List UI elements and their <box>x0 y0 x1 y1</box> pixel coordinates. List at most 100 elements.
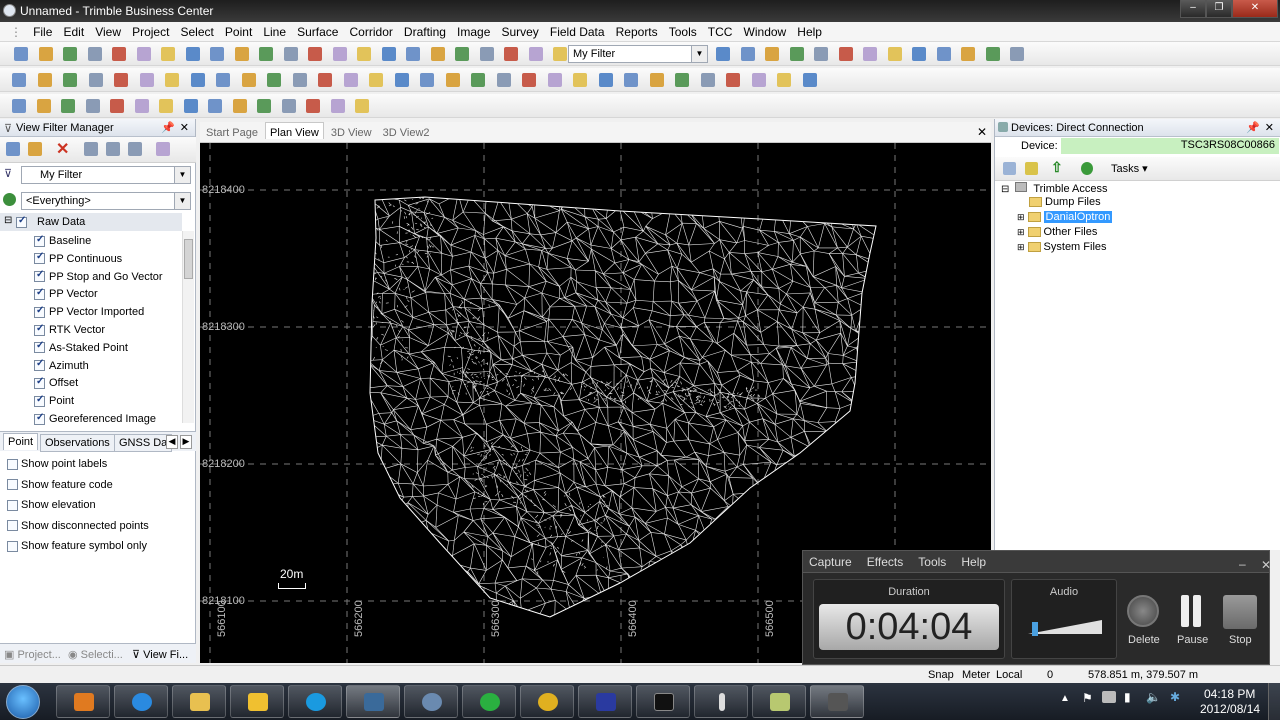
option-checkbox[interactable] <box>7 499 18 511</box>
bluetooth-icon[interactable]: ✱ <box>1170 690 1180 704</box>
close-icon[interactable]: ✕ <box>977 125 987 139</box>
tab-plan-view[interactable]: Plan View <box>265 122 324 139</box>
toolbar-tool-icon[interactable] <box>497 73 511 87</box>
network-icon[interactable]: ▮ <box>1124 690 1131 704</box>
taskbar-app[interactable] <box>404 685 458 718</box>
collapse-icon[interactable]: ⊟ <box>4 215 12 226</box>
toolbar-tool-icon[interactable] <box>114 73 128 87</box>
stop-button-label[interactable]: Stop <box>1229 634 1252 646</box>
tree-item[interactable]: Georeferenced Image <box>34 412 156 431</box>
toolbar-tool-icon[interactable] <box>888 47 902 61</box>
toolbar-tool-icon[interactable] <box>726 73 740 87</box>
minimize-icon[interactable]: – <box>1233 553 1252 571</box>
chevron-down-icon[interactable]: ▼ <box>174 167 190 183</box>
tab-project[interactable]: ▣ Project... <box>4 648 61 661</box>
tab-view-filter[interactable]: ⊽ View Fi... <box>132 648 188 661</box>
tree-item-checkbox[interactable] <box>34 323 45 336</box>
tree-item[interactable]: Offset <box>34 376 78 395</box>
option-checkbox[interactable] <box>7 458 18 470</box>
toolbar-tool-icon[interactable] <box>480 47 494 61</box>
toolbar-tool-icon[interactable] <box>135 99 149 113</box>
tray-expand-icon[interactable]: ▲ <box>1060 693 1070 704</box>
toolbar-tool-icon[interactable] <box>599 73 613 87</box>
toolbar-tool-icon[interactable] <box>137 47 151 61</box>
option-row[interactable]: Show point labels <box>7 458 107 470</box>
menu-survey[interactable]: Survey <box>497 22 542 39</box>
toolbar-tool-icon[interactable] <box>159 99 173 113</box>
volume-icon[interactable]: 🔈 <box>1146 690 1161 704</box>
menu-corridor[interactable]: Corridor <box>346 22 397 39</box>
toolbar-tool-icon[interactable] <box>752 73 766 87</box>
toolbar-tool-icon[interactable] <box>208 99 222 113</box>
toolbar-tool-icon[interactable] <box>912 47 926 61</box>
group-checkbox[interactable] <box>16 215 27 228</box>
capture-menu-help[interactable]: Help <box>955 551 992 569</box>
toolbar-tool-icon[interactable] <box>210 47 224 61</box>
toolbar-tool-icon[interactable] <box>548 73 562 87</box>
close-button[interactable]: ✕ <box>1232 0 1278 18</box>
menu-edit[interactable]: Edit <box>59 22 88 39</box>
tree-item-checkbox[interactable] <box>34 358 45 372</box>
tree-group-raw-data[interactable]: ⊟ Raw Data <box>0 213 182 231</box>
menu-help[interactable]: Help <box>793 22 826 39</box>
device-tree-item[interactable]: ⊞ DanialOptron <box>1017 211 1113 223</box>
menu-drafting[interactable]: Drafting <box>400 22 450 39</box>
toolbar-tool-icon[interactable] <box>573 73 587 87</box>
toolbar-tool-icon[interactable] <box>839 47 853 61</box>
close-icon[interactable]: ✕ <box>1255 554 1277 572</box>
toolbar-tool-icon[interactable] <box>382 47 396 61</box>
toolbar-tool-icon[interactable] <box>333 47 347 61</box>
toolbar-tool-icon[interactable] <box>777 73 791 87</box>
toolbar-tool-icon[interactable] <box>624 73 638 87</box>
folder-up-icon[interactable] <box>1025 162 1038 175</box>
tree-item[interactable]: PP Continuous <box>34 251 122 271</box>
manage-icon[interactable] <box>128 142 142 156</box>
taskbar-media-player[interactable] <box>56 685 110 718</box>
toolbar-tool-icon[interactable] <box>86 99 100 113</box>
tree-item-checkbox[interactable] <box>34 234 45 247</box>
toolbar-tool-icon[interactable] <box>110 99 124 113</box>
audio-level-slider[interactable] <box>1028 616 1104 636</box>
toolbar-tool-icon[interactable] <box>961 47 975 61</box>
toolbar-tool-icon[interactable] <box>765 47 779 61</box>
expand-icon[interactable]: ⊞ <box>1017 212 1025 222</box>
menu-image[interactable]: Image <box>453 22 494 39</box>
taskbar-app[interactable] <box>462 685 516 718</box>
tab-observations[interactable]: Observations <box>40 434 115 452</box>
toolbar-tool-icon[interactable] <box>140 73 154 87</box>
toolbar-tool-icon[interactable] <box>293 73 307 87</box>
toolbar-tool-icon[interactable] <box>553 47 567 61</box>
toolbar-tool-icon[interactable] <box>504 47 518 61</box>
toolbar-tool-icon[interactable] <box>986 47 1000 61</box>
toolbar-tool-icon[interactable] <box>344 73 358 87</box>
option-checkbox[interactable] <box>7 540 18 552</box>
taskbar-screen-recorder[interactable] <box>810 685 864 718</box>
expand-icon[interactable]: ⊞ <box>1017 242 1025 252</box>
scrollbar-thumb[interactable] <box>184 239 193 279</box>
chevron-down-icon[interactable]: ▼ <box>174 193 190 209</box>
snap-status[interactable]: Snap <box>928 669 954 681</box>
toolbar-tool-icon[interactable] <box>306 99 320 113</box>
tree-item-checkbox[interactable] <box>34 269 45 283</box>
pin-icon[interactable]: 📌 <box>161 121 175 134</box>
tree-item-checkbox[interactable] <box>34 287 45 300</box>
tree-item-checkbox[interactable] <box>34 305 45 318</box>
taskbar-file-explorer[interactable] <box>172 685 226 718</box>
expand-icon[interactable]: ⊞ <box>1017 227 1025 237</box>
toolbar-tool-icon[interactable] <box>814 47 828 61</box>
tree-item[interactable]: RTK Vector <box>34 323 105 342</box>
toolbar-tool-icon[interactable] <box>420 73 434 87</box>
taskbar-command-prompt[interactable] <box>636 685 690 718</box>
tree-item[interactable]: PP Stop and Go Vector <box>34 269 163 289</box>
pause-icon[interactable] <box>1179 595 1205 627</box>
toolbar-tool-icon[interactable] <box>191 73 205 87</box>
restore-button[interactable]: ❐ <box>1206 0 1232 18</box>
toolbar-tool-icon[interactable] <box>89 73 103 87</box>
stop-icon[interactable] <box>1223 595 1257 629</box>
tab-selection[interactable]: ◉ Selecti... <box>68 648 123 661</box>
option-row[interactable]: Show disconnected points <box>7 520 149 532</box>
toolbar-tool-icon[interactable] <box>257 99 271 113</box>
menu-line[interactable]: Line <box>259 22 290 39</box>
tab-gnss-data[interactable]: GNSS Da <box>114 434 173 452</box>
transfer-icon[interactable] <box>1081 162 1093 175</box>
